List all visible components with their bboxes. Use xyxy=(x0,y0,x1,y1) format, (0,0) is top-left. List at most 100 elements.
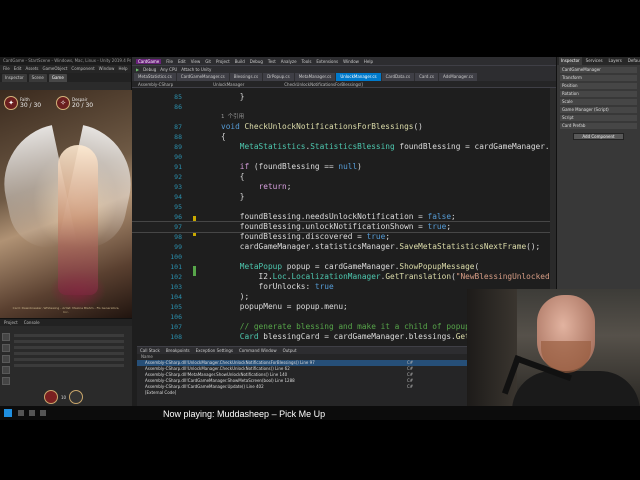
folder-icon[interactable] xyxy=(2,344,10,352)
folder-icon[interactable] xyxy=(2,333,10,341)
vs-menu-item[interactable]: Debug xyxy=(250,59,263,64)
vs-document-tab[interactable]: UnlockManager.cs xyxy=(336,73,381,81)
folder-icon[interactable] xyxy=(2,377,10,385)
vs-menu-item[interactable]: File xyxy=(166,59,173,64)
inspector-tab[interactable]: Default xyxy=(626,57,640,65)
code-token: ( xyxy=(474,262,480,271)
hud-avatar-right[interactable]: ✧ xyxy=(56,96,70,110)
unity-menu-item[interactable]: File xyxy=(3,65,10,73)
project-tab[interactable]: Console xyxy=(22,319,42,326)
vs-menu-item[interactable]: View xyxy=(191,59,201,64)
call-stack-frame: [External Code] xyxy=(145,390,177,395)
vs-menu-bar: CardGame File Edit View Git Project Build Debu… xyxy=(132,57,556,65)
vs-menu-item[interactable]: Git xyxy=(205,59,211,64)
call-stack-tab[interactable]: Exception Settings xyxy=(196,347,233,354)
game-view[interactable]: ✦ Faith 30 / 30 ✧ Despair 20 / 30 Card: … xyxy=(0,90,132,318)
reference-count-hint[interactable]: 1 个引用 xyxy=(221,112,244,122)
code-token: cardGameManager.statisticsManager. xyxy=(221,242,400,251)
unity-menu-item[interactable]: Assets xyxy=(25,65,38,73)
vs-nav-dropdown[interactable]: UnlockManager xyxy=(213,81,244,87)
code-token: I2. xyxy=(221,272,273,281)
unity-tab[interactable]: Scene xyxy=(28,74,47,82)
play-icon[interactable]: ▶ xyxy=(136,67,139,72)
vs-menu-item[interactable]: Project xyxy=(216,59,230,64)
call-stack-frame: Assembly-CSharp.dll!CardGameManager.Upda… xyxy=(145,384,264,389)
unity-menu-item[interactable]: GameObject xyxy=(42,65,67,73)
list-item[interactable] xyxy=(14,358,124,361)
line-number: 87 xyxy=(174,123,182,131)
code-line: 100 xyxy=(132,252,556,262)
code-text: foundBlessing.needsUnlockNotification = … xyxy=(221,212,456,222)
inspector-field[interactable]: Scale xyxy=(560,99,637,105)
vs-document-tabs: MetaStatistics.cs CardGameManager.cs Bless… xyxy=(132,73,556,81)
line-number: 102 xyxy=(170,273,182,281)
table-row[interactable]: [External Code] xyxy=(137,390,469,396)
hud-avatar-bottom-2[interactable] xyxy=(69,390,84,404)
code-text: forUnlocks: true xyxy=(221,282,334,292)
search-icon[interactable] xyxy=(18,410,24,416)
call-stack-tab[interactable]: Output xyxy=(283,347,297,354)
vs-document-tab[interactable]: AdsManager.cs xyxy=(439,73,478,81)
project-tab[interactable]: Project xyxy=(2,319,20,326)
vs-menu-item[interactable]: Extensions xyxy=(316,59,338,64)
call-stack-tab[interactable]: Command Window xyxy=(239,347,277,354)
unity-tab[interactable]: Inspector xyxy=(2,74,27,82)
vs-toolbar-item[interactable]: Any CPU xyxy=(160,67,177,72)
line-number: 103 xyxy=(170,283,182,291)
call-stack-tab[interactable]: Call Stack xyxy=(140,347,160,354)
inspector-field[interactable]: Position xyxy=(560,83,637,89)
list-item[interactable] xyxy=(14,340,124,343)
unity-menu-item[interactable]: Help xyxy=(118,65,127,73)
vs-menu-item[interactable]: Build xyxy=(235,59,245,64)
vs-document-tab[interactable]: Blessings.cs xyxy=(229,73,263,81)
webcam-overlay xyxy=(467,289,640,406)
windows-start-icon[interactable] xyxy=(4,409,12,417)
call-stack-tab[interactable]: Breakpoints xyxy=(166,347,190,354)
app-icon[interactable] xyxy=(40,410,46,416)
vs-document-tab[interactable]: Card.cs xyxy=(415,73,439,81)
list-item[interactable] xyxy=(14,346,124,349)
vs-document-tab[interactable]: CardGameManager.cs xyxy=(176,73,229,81)
code-token: foundBlessing.discovered = xyxy=(221,232,367,241)
inspector-field[interactable]: Card Prefab xyxy=(560,123,637,129)
folder-icon[interactable] xyxy=(2,366,10,374)
line-number: 101 xyxy=(170,263,182,271)
vs-toolbar-item[interactable]: Attach to Unity xyxy=(181,67,211,72)
inspector-tab[interactable]: Layers xyxy=(607,57,624,65)
vs-menu-item[interactable]: Window xyxy=(343,59,359,64)
list-item[interactable] xyxy=(14,352,124,355)
inspector-tab[interactable]: Services xyxy=(584,57,605,65)
line-number: 104 xyxy=(170,293,182,301)
unity-menu-item[interactable]: Window xyxy=(99,65,115,73)
add-component-button[interactable]: Add Component xyxy=(573,133,624,140)
vs-menu-item[interactable]: Test xyxy=(268,59,276,64)
list-item[interactable] xyxy=(14,364,124,367)
vs-document-tab[interactable]: CardData.cs xyxy=(381,73,415,81)
vs-nav-dropdown[interactable]: CheckUnlockNotificationsForBlessings() xyxy=(284,81,363,87)
vs-document-tab[interactable]: MetaManager.cs xyxy=(294,73,336,81)
hud-avatar-left[interactable]: ✦ xyxy=(4,96,18,110)
folder-icon[interactable] xyxy=(2,355,10,363)
unity-menu-item[interactable]: Component xyxy=(71,65,94,73)
vs-document-tab[interactable]: DrPopup.cs xyxy=(263,73,294,81)
list-item[interactable] xyxy=(14,334,124,337)
vs-toolbar-item[interactable]: Debug xyxy=(143,67,156,72)
code-line: 96 foundBlessing.needsUnlockNotification… xyxy=(132,212,556,222)
vs-menu-item[interactable]: Analyze xyxy=(281,59,297,64)
unity-tab[interactable]: Game xyxy=(48,74,67,82)
inspector-field[interactable]: Rotation xyxy=(560,91,637,97)
hud-avatar-bottom[interactable] xyxy=(44,390,58,404)
vs-document-tab[interactable]: MetaStatistics.cs xyxy=(134,73,176,81)
vs-nav-dropdown[interactable]: Assembly-CSharp xyxy=(138,81,173,87)
line-number: 93 xyxy=(174,183,182,191)
inspector-field[interactable]: Game Manager (Script) xyxy=(560,107,637,113)
vs-menu-item[interactable]: Help xyxy=(364,59,373,64)
vs-menu-item[interactable]: Edit xyxy=(178,59,186,64)
inspector-field[interactable]: CardGameManager xyxy=(560,67,637,73)
vs-menu-item[interactable]: Tools xyxy=(302,59,312,64)
inspector-field[interactable]: Script xyxy=(560,115,637,121)
inspector-field[interactable]: Transform xyxy=(560,75,637,81)
unity-menu-item[interactable]: Edit xyxy=(14,65,22,73)
task-view-icon[interactable] xyxy=(29,410,35,416)
inspector-tab[interactable]: Inspector xyxy=(559,57,582,65)
